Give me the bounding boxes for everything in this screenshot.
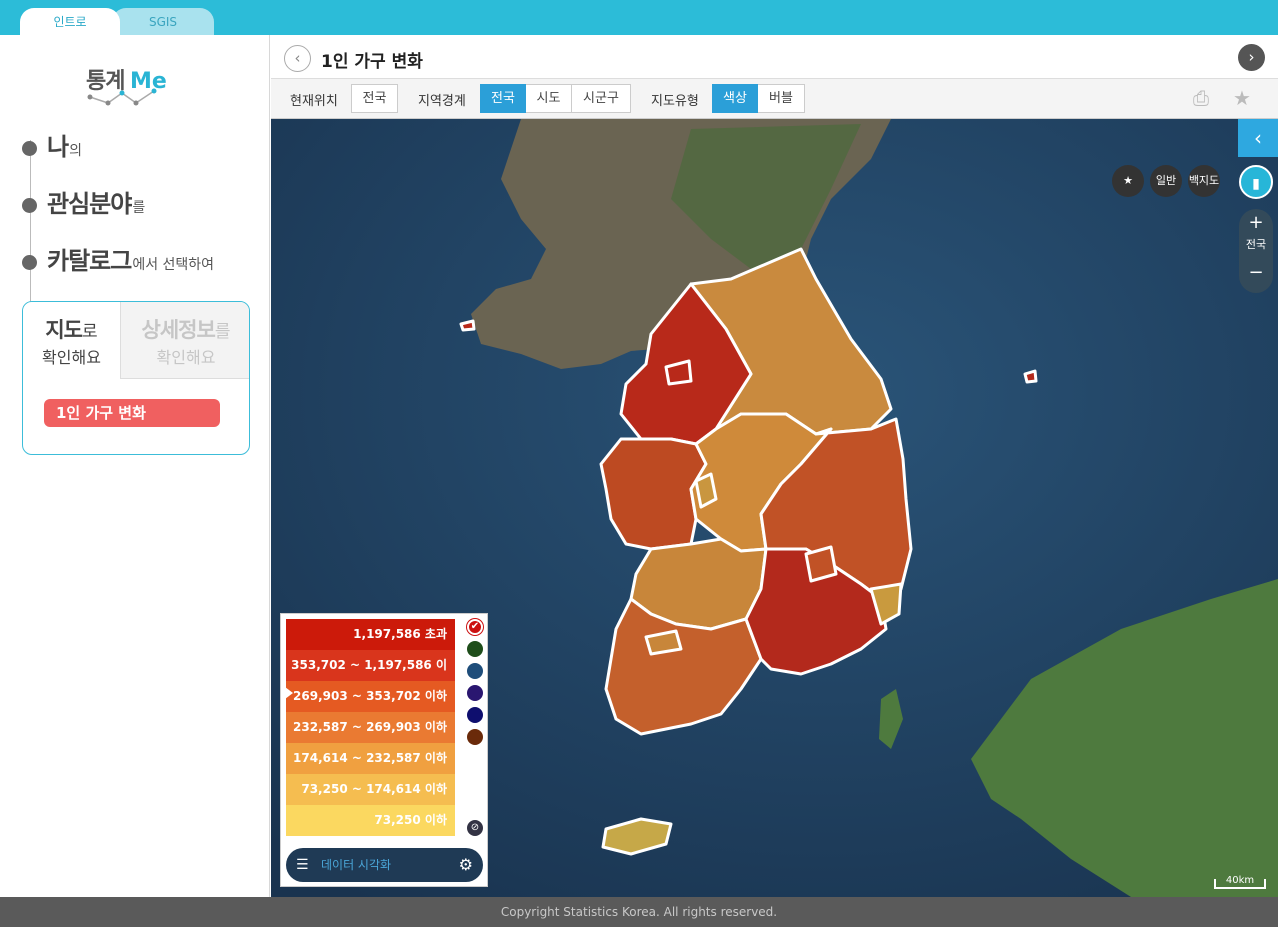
region-ulleung[interactable] — [1023, 369, 1038, 384]
next-button[interactable]: › — [1238, 44, 1265, 71]
zoom-control: + 전국 − — [1239, 209, 1273, 293]
layer-toggle-icon[interactable]: ▮ — [1239, 165, 1273, 199]
tab-label-mid: 를 — [214, 322, 231, 342]
view-panel: 지도로 확인해요 상세정보를 확인해요 1인 가구 변화 — [22, 301, 250, 455]
tab-intro[interactable]: 인트로 — [20, 8, 120, 35]
location-value-button[interactable]: 전국 — [351, 84, 398, 113]
palette-selected-check-icon[interactable]: ✔ — [467, 619, 483, 635]
map-legend: 1,197,586 초과353,702 ~ 1,197,586 이하269,90… — [280, 613, 488, 887]
catalog-item-chip[interactable]: 1인 가구 변화 — [44, 399, 220, 427]
page-title: 1인 가구 변화 — [321, 52, 423, 72]
step-interest: 관심분야 를 — [22, 184, 146, 218]
palette-color-option[interactable] — [467, 685, 483, 701]
legend-row[interactable]: 73,250 이하 — [286, 805, 455, 836]
sidebar: 통계 Me 나 의 관심분야 를 카탈로그 에서 선택하여 지도로 확인해요 상… — [0, 35, 270, 897]
maptype-option-color[interactable]: 색상 — [712, 84, 758, 113]
step-dot-icon — [22, 141, 37, 156]
map-toolbar: 현재위치 전국 지역경계 전국 시도 시군구 지도유형 색상 버블 ⎙ ★ — [271, 79, 1278, 119]
panel-collapse-button[interactable]: ‹ — [1238, 119, 1278, 157]
tab-sgis[interactable]: SGIS — [112, 8, 214, 35]
legend-row[interactable]: 269,903 ~ 353,702 이하 — [286, 681, 455, 712]
content-header: ‹ 1인 가구 변화 › — [271, 35, 1278, 79]
region-west-island[interactable] — [459, 319, 476, 332]
top-nav-bar: 인트로 SGIS — [0, 0, 1278, 35]
scale-bar: 40km — [1214, 876, 1266, 889]
palette-color-option[interactable] — [467, 729, 483, 745]
tab-label-mid: 로 — [82, 322, 98, 342]
tab-label-sub: 확인해요 — [156, 348, 216, 367]
data-visualization-label: 데이터 시각화 — [321, 858, 392, 872]
step-dot-icon — [22, 198, 37, 213]
star-icon[interactable]: ★ — [1230, 86, 1254, 110]
region-daegu[interactable] — [804, 545, 838, 583]
data-visualization-button[interactable]: ☰ 데이터 시각화 ⚙ — [286, 848, 483, 882]
palette-color-option[interactable] — [467, 707, 483, 723]
tab-label-sub: 확인해요 — [42, 348, 101, 367]
maptype-label: 지도유형 — [651, 94, 699, 109]
back-button[interactable]: ‹ — [284, 45, 311, 72]
step-label-small: 의 — [69, 143, 82, 159]
step-label-small: 에서 선택하여 — [132, 257, 215, 273]
step-label-small: 를 — [132, 200, 146, 216]
basemap-blank-button[interactable]: 백지도 — [1188, 165, 1220, 197]
zoom-out-button[interactable]: − — [1239, 259, 1273, 287]
region-daejeon[interactable] — [694, 472, 718, 509]
step-label-big: 카탈로그 — [47, 247, 132, 275]
zoom-in-button[interactable]: + — [1239, 209, 1273, 237]
legend-row[interactable]: 232,587 ~ 269,903 이하 — [286, 712, 455, 743]
palette-color-option[interactable] — [467, 641, 483, 657]
maptype-option-bubble[interactable]: 버블 — [758, 84, 805, 113]
list-icon: ☰ — [296, 857, 309, 873]
satellite-icon[interactable]: ★ — [1112, 165, 1144, 197]
legend-reset-icon[interactable]: ⊘ — [467, 820, 483, 836]
zoom-level-label: 전국 — [1245, 238, 1267, 251]
tab-label-big: 지도 — [45, 318, 83, 342]
legend-selected-pointer-icon — [285, 687, 293, 699]
boundary-option-sigungu[interactable]: 시군구 — [572, 84, 631, 113]
boundary-label: 지역경계 — [418, 94, 466, 109]
step-label-big: 나 — [47, 133, 69, 161]
legend-row[interactable]: 73,250 ~ 174,614 이하 — [286, 774, 455, 805]
logo: 통계 Me — [86, 63, 176, 109]
tab-view-detail[interactable]: 상세정보를 확인해요 — [120, 302, 249, 379]
legend-row[interactable]: 353,702 ~ 1,197,586 이하 — [286, 650, 455, 703]
location-label: 현재위치 — [290, 94, 338, 109]
footer: Copyright Statistics Korea. All rights r… — [0, 897, 1278, 927]
basemap-normal-button[interactable]: 일반 — [1150, 165, 1182, 197]
legend-row[interactable]: 1,197,586 초과 — [286, 619, 455, 650]
step-me: 나 의 — [22, 127, 82, 161]
step-connector-line — [30, 140, 31, 310]
map-view[interactable]: ‹ ★ 일반 백지도 ▮ + 전국 − 1,197,586 초과 353,702 … — [271, 119, 1278, 897]
boundary-option-sido[interactable]: 시도 — [526, 84, 572, 113]
logo-graph-icon — [87, 88, 157, 106]
print-icon[interactable]: ⎙ — [1189, 86, 1213, 110]
region-gwangju[interactable] — [644, 629, 683, 656]
boundary-option-national[interactable]: 전국 — [480, 84, 526, 113]
palette-color-option[interactable] — [467, 663, 483, 679]
step-dot-icon — [22, 255, 37, 270]
gear-icon[interactable]: ⚙ — [459, 848, 473, 882]
legend-row[interactable]: 174,614 ~ 232,587 이하 — [286, 743, 455, 774]
tab-label-big: 상세정보 — [141, 318, 216, 342]
step-catalog: 카탈로그 에서 선택하여 — [22, 241, 215, 275]
tab-view-map[interactable]: 지도로 확인해요 — [23, 302, 120, 379]
step-label-big: 관심분야 — [47, 190, 132, 218]
